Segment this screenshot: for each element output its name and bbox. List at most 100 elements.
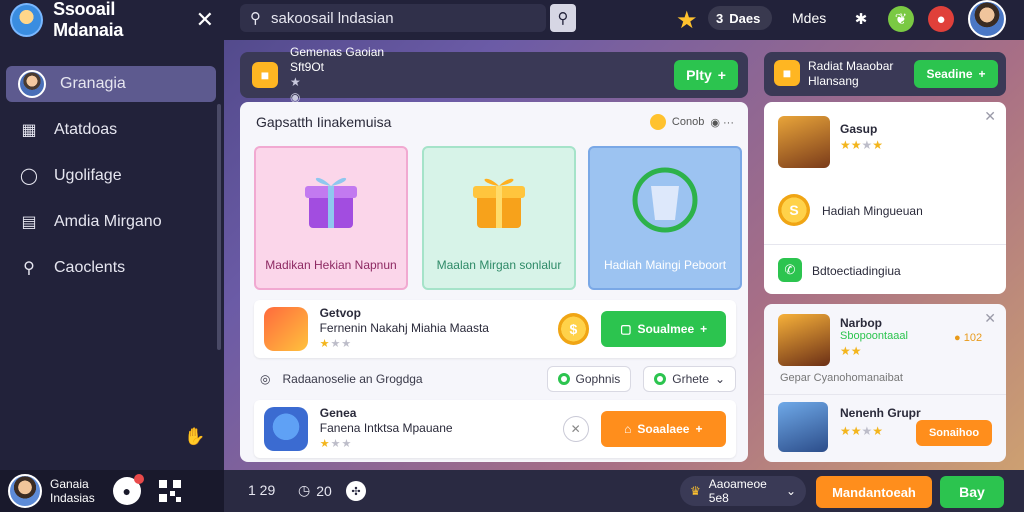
sidebar-item-label: Amdia Mirgano [54, 213, 162, 230]
right-card-button[interactable]: Sonaihoo [916, 420, 992, 446]
chat-icon: ✆ [778, 258, 802, 282]
card-meta-label: Conob [671, 116, 705, 128]
filter-chip-1[interactable]: Gophnis [546, 366, 632, 392]
filter-icon: ◎ [260, 372, 271, 386]
game-thumbnail [778, 116, 830, 168]
star-rating: ★★★★ [840, 138, 884, 152]
list-item-desc: Fanena Intktsa Mpauane [319, 421, 453, 435]
reward-tile-label: Maalan Mirgan sonlalur [436, 258, 562, 272]
right-card-sub: Sbopoontaaal [840, 330, 908, 342]
list-item[interactable]: Getvop Fernenin Nakahj Miahia Maasta ★★★… [254, 300, 736, 358]
timer[interactable]: ◷ 20 [298, 482, 332, 499]
main-header: ■ Gemenas Gaoian Sft9Ot ★ ◉ [240, 45, 748, 104]
play-button[interactable]: Plty + [674, 60, 738, 90]
sidebar-item-atatdoas[interactable]: ▦ Atatdoas [6, 112, 216, 148]
card-meta[interactable]: Conob ◉ ··· [649, 114, 734, 130]
right-card-name2: Nenenh Grupr [840, 406, 921, 420]
top-label[interactable]: Mdes [792, 10, 826, 26]
game-icon: ■ [774, 60, 800, 86]
list-item-name: Getvop [319, 306, 361, 320]
sidebar-item-amdia-mirgano[interactable]: ▤ Amdia Mirgano [6, 204, 216, 240]
sidebar-item-granagia[interactable]: Granagia [6, 66, 216, 102]
close-icon[interactable]: ✕ [984, 310, 996, 327]
search-icon: ⚲ [250, 10, 261, 27]
star-icon: ★ [290, 75, 301, 89]
star-rating: ★★★ [319, 438, 353, 450]
right-header-button-label: Seadine [926, 67, 973, 81]
gift-icon[interactable]: ❦ [888, 6, 914, 32]
points-pill-label: Aaoameoe 5e8 [708, 477, 767, 505]
row-action-label: Soualmee [637, 322, 695, 336]
coins-value: 3 [716, 10, 724, 26]
user-avatar[interactable] [8, 474, 42, 508]
list-item[interactable]: Genea Fanena Intktsa Mpauane ★★★ ✕ ⌂ Soa… [254, 400, 736, 458]
more-icon: ◉ ··· [710, 116, 734, 129]
sidebar-item-label: Ugolifage [54, 167, 122, 184]
close-icon[interactable]: ✕ [196, 7, 214, 33]
search-button[interactable]: ⚲ [550, 4, 576, 32]
star-icon[interactable]: ★ [676, 6, 698, 35]
points-pill[interactable]: ♛ Aaoameoe 5e8 ⌄ [680, 476, 806, 506]
user-bar: Ganaia Indasias ● [0, 470, 224, 512]
settings-icon[interactable]: ✱ [848, 6, 874, 32]
qr-code-icon[interactable] [158, 480, 181, 502]
profile-avatar[interactable] [968, 0, 1006, 38]
alert-icon[interactable]: ● [928, 6, 954, 32]
reward-tile-label: Hadiah Maingi Peboort [603, 258, 727, 272]
sidebar-nav: Granagia ▦ Atatdoas ◯ Ugolifage ▤ Amdia … [6, 66, 216, 296]
main-card: Gapsatth Iinakemuisa Conob ◉ ··· Madikan… [240, 102, 748, 462]
main-header-subtitle-text: Sft9Ot [290, 60, 325, 74]
game-icon [264, 307, 308, 351]
play-green-button[interactable]: Bay [940, 476, 1004, 508]
search-input[interactable]: ⚲ sakoosail lndasian [240, 4, 546, 32]
square-icon: ▢ [620, 322, 632, 336]
star-rating: ★★ [840, 344, 862, 358]
plus-icon: + [700, 322, 708, 336]
plus-icon: + [695, 422, 703, 436]
sidebar-item-ugolifage[interactable]: ◯ Ugolifage [6, 158, 216, 194]
app-logo [10, 3, 44, 37]
search-icon: ⚲ [557, 10, 569, 27]
reward-tile-3[interactable]: Hadiah Maingi Peboort [588, 146, 742, 290]
star-rating: ★★★ [319, 338, 353, 350]
app-title: Ssooail Mdanaia [53, 0, 124, 40]
chevron-down-icon: ⌄ [714, 372, 725, 386]
right-header-button[interactable]: Seadine + [914, 60, 998, 88]
close-icon[interactable]: ✕ [562, 416, 589, 442]
record-button[interactable]: ● [112, 474, 144, 505]
clock-icon: ◷ [298, 482, 311, 498]
right-card-desc: Gepar Cyanohomanaibat [780, 372, 903, 384]
pin-icon: ◯ [20, 168, 38, 185]
close-icon[interactable]: ✕ [984, 108, 996, 125]
reward-tile-label: Madikan Hekian Napnun [265, 258, 397, 272]
list-item-text: Genea Fanena Intktsa Mpauane ★★★ [320, 406, 519, 452]
sidebar-item-caoclents[interactable]: ⚲ Caoclents [6, 250, 216, 286]
right-card-name: Narbop [840, 316, 882, 330]
plus-icon: + [978, 67, 986, 81]
reward-tile-1[interactable]: Madikan Hekian Napnun [254, 146, 408, 290]
filter-chip-2[interactable]: Grhete ⌄ [643, 366, 736, 392]
topbar: ⚲ sakoosail lndasian ⚲ ★ 3 Daes Mdes ✱ ❦… [224, 0, 1024, 40]
list-item-text: Getvop Fernenin Nakahj Miahia Maasta ★★★ [320, 306, 518, 352]
sidebar-scrollbar[interactable] [217, 104, 221, 350]
reward-tile-2[interactable]: Maalan Mirgan sonlalur [422, 146, 576, 290]
home-icon: ⌂ [624, 422, 632, 436]
right-card-2[interactable]: ✕ Narbop Sbopoontaaal ★★ ● 102 Gepar Cya… [764, 304, 1006, 462]
divider [764, 394, 1006, 395]
share-icon[interactable]: ✣ [346, 481, 366, 501]
coin-icon: ● [954, 332, 961, 344]
row-action-button[interactable]: ⌂ Soaalaee + [600, 411, 726, 447]
right-card-name: Gasup [840, 122, 878, 136]
coins-badge[interactable]: 3 Daes [708, 6, 772, 30]
hand-icon[interactable]: ✋ [184, 427, 206, 449]
sidebar-item-label: Caoclents [54, 259, 126, 276]
timer-value: 20 [316, 482, 332, 499]
row-action-button[interactable]: ▢ Soualmee + [601, 311, 727, 347]
primary-orange-button[interactable]: Mandantoeah [816, 476, 932, 508]
app-window: Ssooail Mdanaia ✕ Granagia ▦ Atatdoas ◯ … [0, 0, 1024, 512]
right-header: ■ Radiat Maaobar Hlansang Seadine + [764, 52, 1006, 96]
right-card-1[interactable]: ✕ Gasup ★★★★ S Hadiah Mingueuan ✆ Bdtoec… [764, 102, 1006, 294]
primary-orange-button-label: Mandantoeah [832, 484, 916, 500]
chevron-down-icon: ⌄ [785, 484, 796, 498]
divider [764, 244, 1006, 245]
